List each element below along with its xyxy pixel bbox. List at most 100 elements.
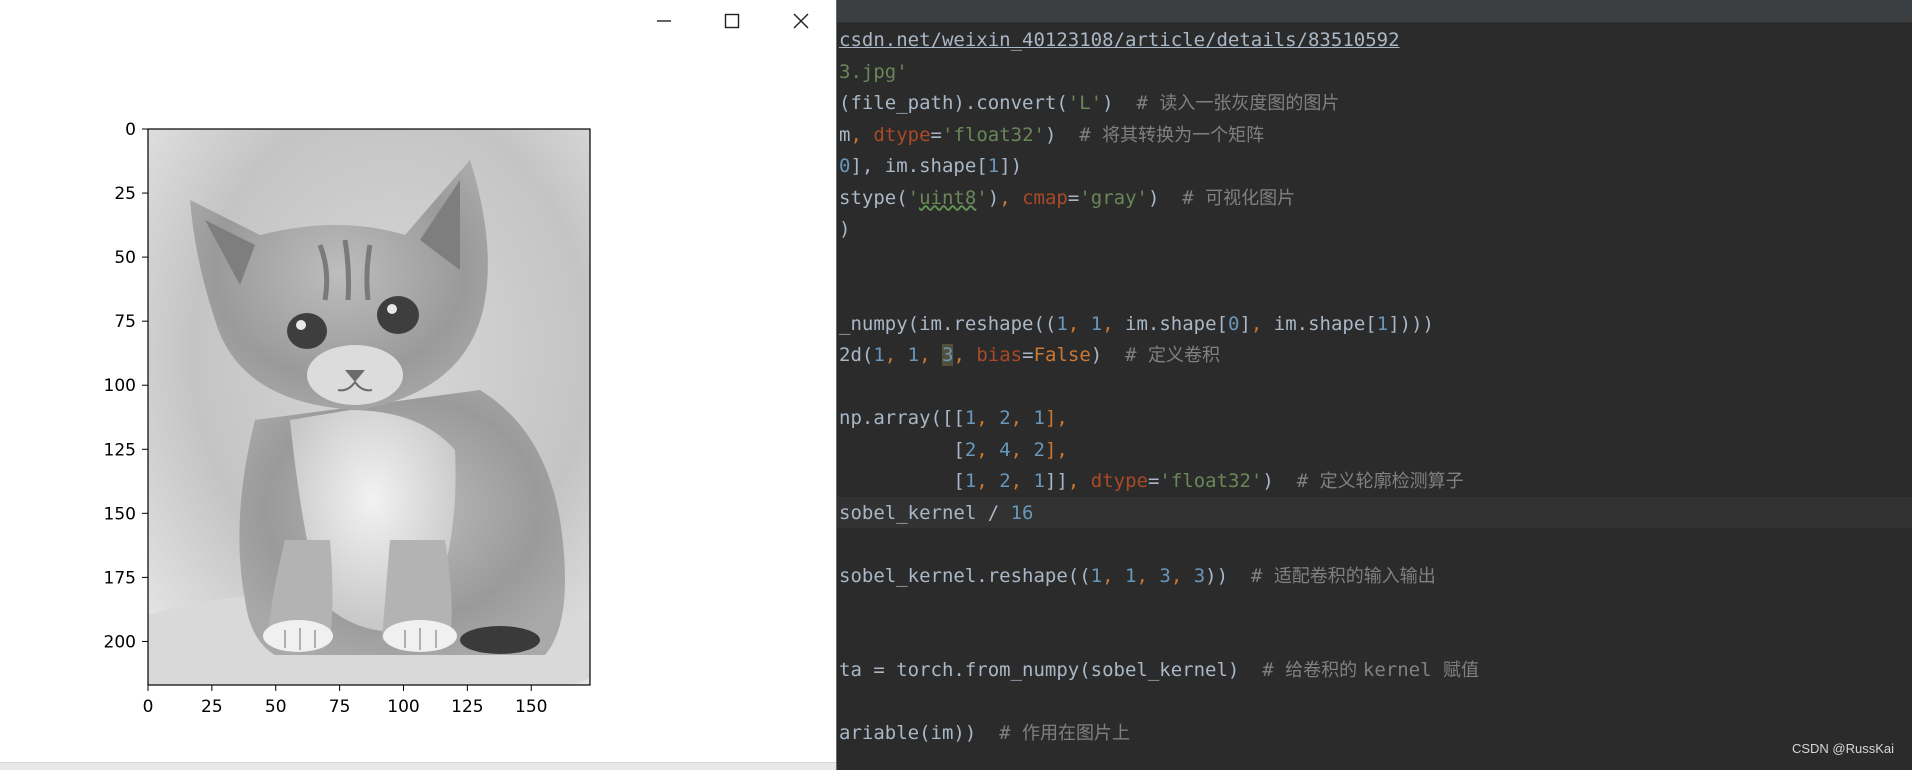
x-axis: 0 25 50 75 100 125 150 [143, 685, 547, 717]
code-line[interactable]: csdn.net/weixin_40123108/article/details… [839, 25, 1400, 56]
code-token: 1 [1125, 564, 1137, 587]
code-token: = [1067, 186, 1080, 209]
y-tick-label: 175 [104, 568, 136, 588]
code-token: , [1067, 470, 1091, 492]
code-token: , [1170, 564, 1194, 587]
code-token: 1 [1033, 407, 1045, 429]
code-token: 4 [999, 438, 1011, 461]
code-token: 1 [873, 344, 885, 366]
code-token: 1 [1090, 564, 1103, 587]
code-token: ) [1090, 344, 1126, 366]
code-token: ] [1239, 312, 1251, 335]
code-token: 读入一张灰度图的图片 [1159, 93, 1340, 114]
code-token: 1 [1376, 312, 1389, 335]
code-line[interactable]: (file_path).convert('L') # 读入一张灰度图的图片 [839, 88, 1339, 119]
code-token: 'gray' [1079, 186, 1148, 209]
kitten-grayscale-image [148, 129, 590, 685]
code-token: ' [907, 186, 920, 209]
x-tick-label: 150 [515, 697, 547, 717]
code-token: ariable(im)) [839, 722, 1000, 744]
code-token: = [1147, 470, 1160, 492]
code-token: ]) [999, 155, 1023, 177]
code-token: im.shape[ [1125, 312, 1228, 335]
matplotlib-figure-window[interactable]: 0 25 50 75 100 125 150 175 200 0 25 50 75 100 125 150 [0, 0, 837, 770]
code-token: 1 [1056, 312, 1068, 335]
code-line[interactable]: [2, 4, 2], [839, 435, 1068, 466]
code-token: 作用在图片上 [1022, 723, 1131, 744]
code-token: ta = torch.from_numpy(sobel_kernel) [839, 659, 1263, 681]
code-token: sobel_kernel.reshape(( [839, 564, 1091, 587]
code-token: ]] [1044, 470, 1068, 492]
code-token: , [1010, 407, 1034, 429]
code-token: ) [839, 218, 851, 240]
code-token: 1 [987, 155, 1000, 177]
code-token: # [1079, 123, 1103, 146]
code-token: 1 [964, 407, 977, 429]
code-token: ]))) [1388, 312, 1434, 335]
code-line[interactable]: 2d(1, 1, 3, bias=False) # 定义卷积 [839, 340, 1220, 371]
code-line[interactable]: ta = torch.from_numpy(sobel_kernel) # 给卷… [839, 655, 1479, 686]
code-token: dtype [1090, 470, 1148, 492]
x-tick-label: 75 [329, 697, 351, 717]
code-token: [ [839, 438, 965, 461]
code-token: )) [1205, 564, 1251, 587]
code-line[interactable]: 3.jpg' [839, 57, 908, 88]
code-token: 赋值 [1442, 660, 1479, 681]
code-token: # [1250, 564, 1274, 587]
code-token: dtype [873, 123, 931, 146]
code-token: , [1102, 312, 1126, 335]
code-token: ], im.shape[ [850, 155, 988, 177]
code-token: 3 [942, 344, 954, 366]
code-token: np.array([[ [839, 407, 965, 429]
code-token: kernel [1362, 659, 1443, 681]
y-tick-label: 100 [104, 376, 136, 396]
code-token: ) [1044, 123, 1080, 146]
code-line[interactable]: m, dtype='float32') # 将其转换为一个矩阵 [839, 120, 1264, 151]
code-token: bias [976, 344, 1023, 366]
code-token: _numpy(im.reshape(( [839, 312, 1057, 335]
y-tick-label: 150 [104, 504, 136, 524]
code-token: 2 [999, 407, 1011, 429]
editor-tab-bar [836, 0, 1912, 23]
code-token: 定义轮廓检测算子 [1319, 471, 1464, 492]
code-token: 将其转换为一个矩阵 [1102, 124, 1265, 146]
code-line[interactable]: sobel_kernel.reshape((1, 1, 3, 3)) # 适配卷… [839, 561, 1436, 592]
x-tick-label: 25 [201, 697, 223, 717]
code-token: im.shape[ [1273, 312, 1377, 335]
code-token: ) [1102, 92, 1137, 114]
code-token: 'float32' [1159, 470, 1263, 492]
code-token: 2d( [839, 344, 874, 366]
code-token: , [976, 438, 1000, 461]
code-editor[interactable]: csdn.net/weixin_40123108/article/details… [836, 0, 1912, 770]
code-token: # [1262, 659, 1286, 681]
code-line[interactable]: stype('uint8'), cmap='gray') # 可视化图片 [839, 183, 1295, 214]
code-line[interactable]: sobel_kernel / 16 [839, 498, 1033, 529]
code-token: cmap [1022, 186, 1068, 209]
code-token: ], [1044, 438, 1068, 461]
code-token: = [1022, 344, 1034, 366]
code-line[interactable]: 0], im.shape[1]) [839, 151, 1022, 182]
code-token: 0 [1227, 312, 1240, 335]
code-token: 3.jpg' [839, 60, 908, 83]
code-token: 3 [1159, 564, 1171, 587]
code-line[interactable]: _numpy(im.reshape((1, 1, im.shape[0], im… [839, 309, 1434, 340]
code-token: # [1136, 92, 1160, 114]
code-token: = [930, 123, 942, 146]
code-token: 1 [1033, 470, 1045, 492]
code-token: , [1010, 438, 1034, 461]
code-token: 16 [1010, 501, 1034, 524]
y-tick-label: 200 [104, 632, 136, 652]
code-token: , [1250, 312, 1274, 335]
code-token: , [850, 123, 874, 146]
code-line[interactable]: np.array([[1, 2, 1], [839, 403, 1068, 434]
code-token: stype( [839, 186, 908, 209]
code-line[interactable]: ariable(im)) # 作用在图片上 [839, 718, 1130, 749]
code-line[interactable]: [1, 2, 1]], dtype='float32') # 定义轮廓检测算子 [839, 466, 1464, 497]
code-token: 0 [839, 155, 851, 177]
code-token: , [1010, 470, 1034, 492]
code-line[interactable]: ) [839, 214, 850, 245]
code-token: ) [1147, 186, 1183, 209]
code-token: 3 [1193, 564, 1206, 587]
code-token: , [1102, 564, 1126, 587]
code-token: 给卷积的 [1285, 660, 1363, 681]
